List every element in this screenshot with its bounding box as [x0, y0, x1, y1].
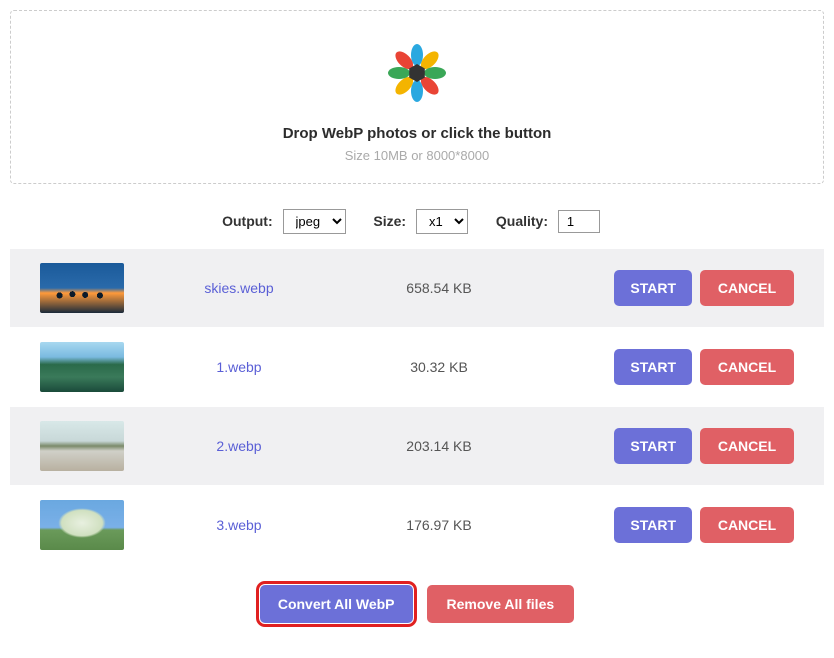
quality-label: Quality:	[496, 213, 548, 229]
file-thumbnail	[40, 421, 124, 471]
app-logo-icon	[385, 41, 449, 110]
options-bar: Output: jpeg Size: x1 Quality:	[10, 209, 824, 234]
file-list: skies.webp 658.54 KB START CANCEL 1.webp…	[10, 249, 824, 565]
cancel-button[interactable]: CANCEL	[700, 270, 794, 306]
file-size: 30.32 KB	[354, 359, 524, 375]
file-thumbnail	[40, 342, 124, 392]
file-thumbnail	[40, 263, 124, 313]
file-row: 1.webp 30.32 KB START CANCEL	[10, 328, 824, 407]
bottom-actions: Convert All WebP Remove All files	[10, 565, 824, 633]
cancel-button[interactable]: CANCEL	[700, 349, 794, 385]
size-select[interactable]: x1	[416, 209, 468, 234]
start-button[interactable]: START	[614, 349, 692, 385]
output-select[interactable]: jpeg	[283, 209, 346, 234]
start-button[interactable]: START	[614, 428, 692, 464]
start-button[interactable]: START	[614, 270, 692, 306]
file-thumbnail	[40, 500, 124, 550]
dropzone-title: Drop WebP photos or click the button	[31, 125, 803, 142]
convert-all-button[interactable]: Convert All WebP	[260, 585, 413, 623]
cancel-button[interactable]: CANCEL	[700, 507, 794, 543]
file-row: 3.webp 176.97 KB START CANCEL	[10, 486, 824, 565]
output-label: Output:	[222, 213, 273, 229]
file-size: 176.97 KB	[354, 517, 524, 533]
file-name-link[interactable]: 2.webp	[124, 438, 354, 454]
cancel-button[interactable]: CANCEL	[700, 428, 794, 464]
file-size: 658.54 KB	[354, 280, 524, 296]
file-name-link[interactable]: skies.webp	[124, 280, 354, 296]
file-row: skies.webp 658.54 KB START CANCEL	[10, 249, 824, 328]
file-name-link[interactable]: 1.webp	[124, 359, 354, 375]
dropzone[interactable]: Drop WebP photos or click the button Siz…	[10, 10, 824, 184]
dropzone-subtitle: Size 10MB or 8000*8000	[31, 148, 803, 163]
file-name-link[interactable]: 3.webp	[124, 517, 354, 533]
size-label: Size:	[373, 213, 406, 229]
file-size: 203.14 KB	[354, 438, 524, 454]
quality-input[interactable]	[558, 210, 600, 233]
remove-all-button[interactable]: Remove All files	[427, 585, 575, 623]
file-row: 2.webp 203.14 KB START CANCEL	[10, 407, 824, 486]
start-button[interactable]: START	[614, 507, 692, 543]
